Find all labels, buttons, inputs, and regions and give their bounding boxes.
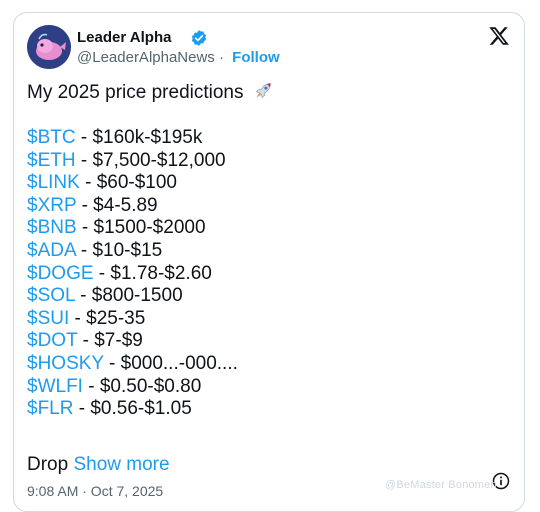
prediction-range: - $7-$9 xyxy=(77,330,143,352)
cashtag-link[interactable]: $LINK xyxy=(27,172,80,193)
post-title-text: My 2025 price predictions xyxy=(27,82,244,103)
cashtag-link[interactable]: $SOL xyxy=(27,285,75,306)
show-more-link[interactable]: Show more xyxy=(73,454,169,475)
prediction-range: - $800-1500 xyxy=(74,285,183,307)
rocket-emoji-icon xyxy=(255,83,271,99)
cashtag-link[interactable]: $BNB xyxy=(27,217,77,238)
prediction-range: - $000...-000.... xyxy=(103,352,238,374)
cashtag-link[interactable]: $FLR xyxy=(27,398,73,419)
author-handle[interactable]: @LeaderAlphaNews xyxy=(77,49,215,66)
prediction-range: - $0.50-$0.80 xyxy=(82,375,202,397)
cashtag-link[interactable]: $ETH xyxy=(27,150,76,171)
prediction-range: - $160k-$195k xyxy=(75,127,203,148)
cashtag-link[interactable]: $ADA xyxy=(27,240,76,261)
prediction-range: - $4-5.89 xyxy=(76,194,158,216)
post-timestamp[interactable]: 9:08 AM · Oct 7, 2025 xyxy=(27,483,163,499)
prediction-row: $DOGE - $1.78-$2.60 xyxy=(27,263,238,286)
prediction-range: - $7,500-$12,000 xyxy=(75,149,226,171)
post-card: Leader Alpha @LeaderAlphaNews · Follow M… xyxy=(13,12,525,512)
prediction-range: - $1.78-$2.60 xyxy=(93,262,212,284)
prediction-row: $SUI - $25-35 xyxy=(27,308,238,331)
prediction-row: $WLFI - $0.50-$0.80 xyxy=(27,376,238,399)
prediction-row: $FLR - $0.56-$1.05 xyxy=(27,398,238,421)
author-meta: @LeaderAlphaNews · Follow xyxy=(77,49,280,66)
prediction-row: $BNB - $1500-$2000 xyxy=(27,217,238,240)
prediction-range: - $10-$15 xyxy=(75,239,163,261)
cashtag-link[interactable]: $HOSKY xyxy=(27,353,104,374)
prediction-range: - $1500-$2000 xyxy=(76,217,206,239)
prediction-row: $ETH - $7,500-$12,000 xyxy=(27,150,238,173)
avatar[interactable] xyxy=(27,25,71,69)
cashtag-link[interactable]: $SUI xyxy=(27,308,69,329)
prediction-row: $DOT - $7-$9 xyxy=(27,330,238,353)
cashtag-link[interactable]: $DOGE xyxy=(27,263,94,284)
prediction-range: - $60-$100 xyxy=(79,172,177,194)
truncated-text: Drop Show more xyxy=(27,454,170,476)
prediction-row: $SOL - $800-1500 xyxy=(27,285,238,308)
predictions-list: $BTC - $160k-$195k $ETH - $7,500-$12,000… xyxy=(27,127,238,421)
separator-dot: · xyxy=(218,49,224,66)
cashtag-link[interactable]: $BTC xyxy=(27,127,76,148)
follow-button[interactable]: Follow xyxy=(232,49,280,66)
verified-badge-icon xyxy=(191,30,207,46)
prediction-range: - $0.56-$1.05 xyxy=(73,398,192,420)
prediction-row: $HOSKY - $000...-000.... xyxy=(27,353,238,376)
prediction-row: $ADA - $10-$15 xyxy=(27,240,238,263)
prediction-row: $LINK - $60-$100 xyxy=(27,172,238,195)
watermark: @BeMaster Bonomen xyxy=(385,479,497,491)
x-logo-icon[interactable] xyxy=(488,25,510,47)
cashtag-link[interactable]: $WLFI xyxy=(27,376,83,397)
cashtag-link[interactable]: $XRP xyxy=(27,195,76,216)
prediction-range: - $25-35 xyxy=(69,307,146,329)
truncated-text-body: Drop xyxy=(27,454,69,475)
author-name[interactable]: Leader Alpha xyxy=(77,29,171,46)
cashtag-link[interactable]: $DOT xyxy=(27,330,77,351)
avatar-image xyxy=(27,25,71,69)
post-title: My 2025 price predictions xyxy=(27,81,273,104)
prediction-row: $XRP - $4-5.89 xyxy=(27,195,238,218)
prediction-row: $BTC - $160k-$195k xyxy=(27,127,238,150)
